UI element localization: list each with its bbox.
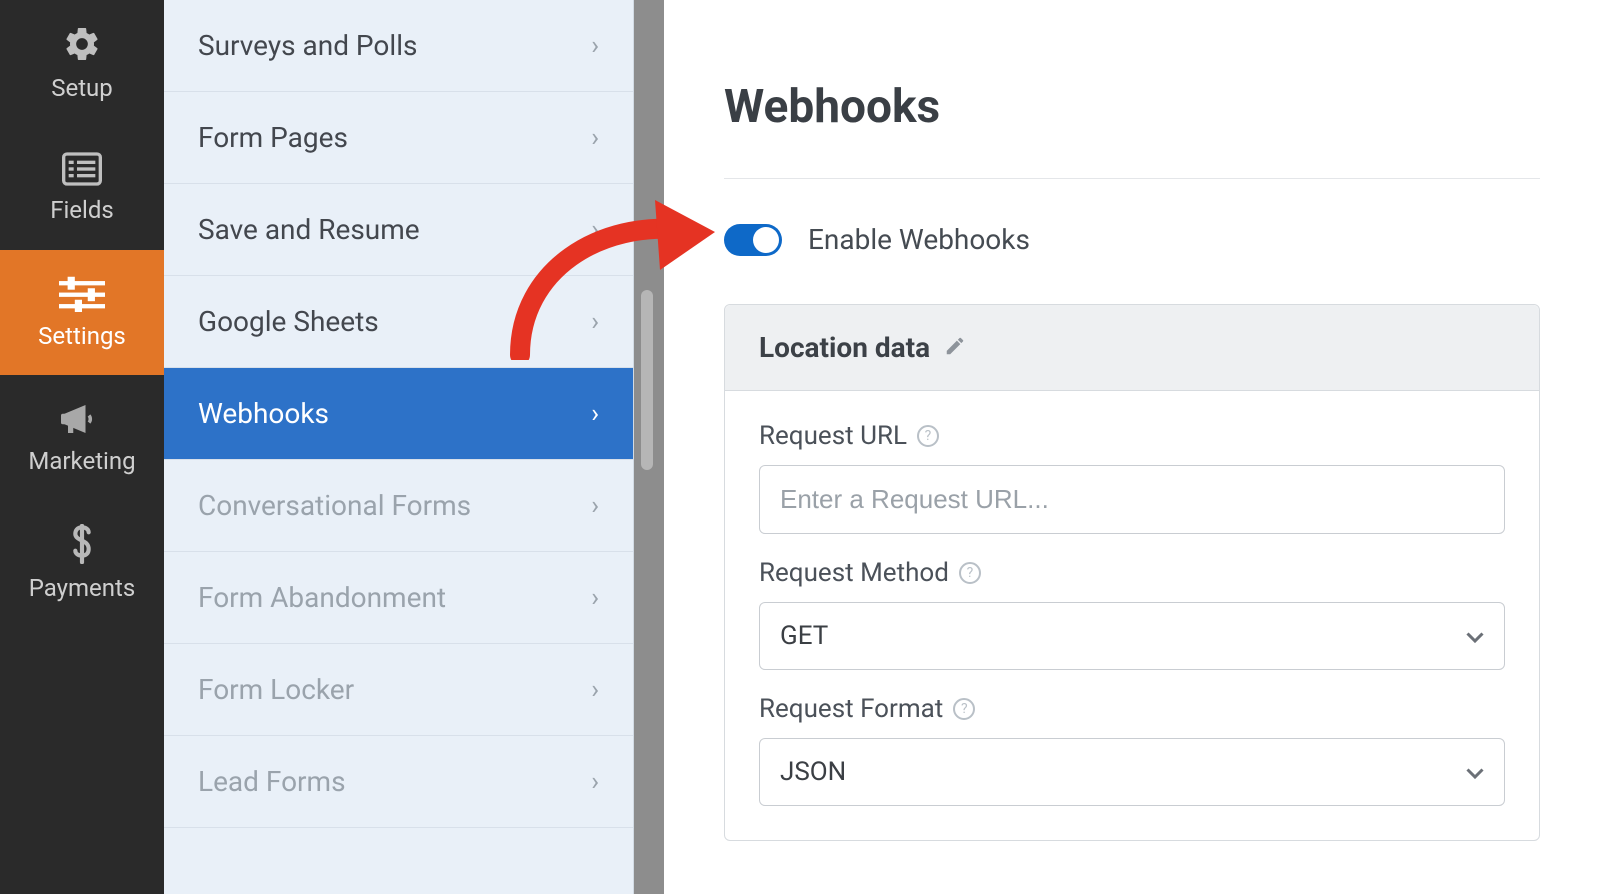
- enable-webhooks-row: Enable Webhooks: [724, 223, 1540, 256]
- chevron-right-icon: ›: [591, 31, 599, 61]
- chevron-right-icon: ›: [591, 583, 599, 613]
- chevron-right-icon: ›: [591, 215, 599, 245]
- settings-item-surveys-and-polls[interactable]: Surveys and Polls ›: [164, 0, 633, 92]
- settings-item-form-abandonment[interactable]: Form Abandonment ›: [164, 552, 633, 644]
- request-format-select[interactable]: JSON: [759, 738, 1505, 806]
- toggle-knob: [753, 227, 779, 253]
- field-label-text: Request URL: [759, 421, 907, 451]
- chevron-right-icon: ›: [591, 307, 599, 337]
- chevron-right-icon: ›: [591, 123, 599, 153]
- webhooks-panel: Webhooks Enable Webhooks Location data: [664, 0, 1600, 894]
- settings-item-label: Google Sheets: [198, 305, 379, 338]
- webhook-setting-title: Location data: [759, 331, 930, 364]
- settings-item-label: Save and Resume: [198, 213, 420, 246]
- settings-item-lead-forms[interactable]: Lead Forms ›: [164, 736, 633, 828]
- chevron-right-icon: ›: [591, 491, 599, 521]
- request-format-label: Request Format ?: [759, 694, 1505, 724]
- sidebar-label: Fields: [50, 196, 114, 224]
- settings-item-label: Form Pages: [198, 121, 348, 154]
- request-url-label: Request URL ?: [759, 421, 1505, 451]
- settings-item-label: Conversational Forms: [198, 489, 471, 522]
- scrollbar[interactable]: [641, 290, 653, 470]
- request-method-select[interactable]: GET: [759, 602, 1505, 670]
- chevron-down-icon: [1466, 621, 1484, 651]
- settings-item-label: Form Locker: [198, 673, 354, 706]
- help-icon[interactable]: ?: [959, 562, 981, 584]
- chevron-right-icon: ›: [591, 767, 599, 797]
- sidebar-item-settings[interactable]: Settings: [0, 250, 164, 375]
- sliders-icon: [59, 276, 105, 312]
- request-url-field: Request URL ?: [759, 421, 1505, 534]
- chevron-right-icon: ›: [591, 399, 599, 429]
- settings-item-label: Lead Forms: [198, 765, 346, 798]
- chevron-right-icon: ›: [591, 675, 599, 705]
- settings-item-google-sheets[interactable]: Google Sheets ›: [164, 276, 633, 368]
- sidebar-item-fields[interactable]: Fields: [0, 125, 164, 250]
- sidebar-label: Marketing: [28, 447, 135, 475]
- webhook-settings-body: Request URL ? Request Method ? GET: [725, 391, 1539, 840]
- main-content: Webhooks Enable Webhooks Location data: [634, 0, 1600, 894]
- dollar-icon: [69, 524, 95, 564]
- help-icon[interactable]: ?: [953, 698, 975, 720]
- sidebar-item-payments[interactable]: Payments: [0, 500, 164, 625]
- sidebar-item-setup[interactable]: Setup: [0, 0, 164, 125]
- chevron-down-icon: [1466, 757, 1484, 787]
- select-value: GET: [780, 621, 828, 651]
- request-method-label: Request Method ?: [759, 558, 1505, 588]
- sidebar-label: Setup: [51, 74, 113, 102]
- field-label-text: Request Method: [759, 558, 949, 588]
- request-method-field: Request Method ? GET: [759, 558, 1505, 670]
- sidebar-item-marketing[interactable]: Marketing: [0, 375, 164, 500]
- settings-sidebar: Surveys and Polls › Form Pages › Save an…: [164, 0, 634, 894]
- sidebar-label: Payments: [29, 574, 136, 602]
- select-value: JSON: [780, 757, 846, 787]
- request-url-input[interactable]: [759, 465, 1505, 534]
- webhook-settings-header: Location data: [725, 305, 1539, 391]
- gear-icon: [62, 24, 102, 64]
- webhook-settings-card: Location data Request URL ?: [724, 304, 1540, 841]
- settings-item-form-pages[interactable]: Form Pages ›: [164, 92, 633, 184]
- field-label-text: Request Format: [759, 694, 943, 724]
- divider: [724, 178, 1540, 179]
- enable-webhooks-label: Enable Webhooks: [808, 223, 1030, 256]
- settings-item-save-and-resume[interactable]: Save and Resume ›: [164, 184, 633, 276]
- request-format-field: Request Format ? JSON: [759, 694, 1505, 806]
- enable-webhooks-toggle[interactable]: [724, 224, 782, 256]
- list-icon: [62, 152, 102, 186]
- bullhorn-icon: [61, 401, 103, 437]
- settings-item-label: Surveys and Polls: [198, 29, 417, 62]
- settings-item-webhooks[interactable]: Webhooks ›: [164, 368, 633, 460]
- settings-item-conversational-forms[interactable]: Conversational Forms ›: [164, 460, 633, 552]
- settings-item-form-locker[interactable]: Form Locker ›: [164, 644, 633, 736]
- sidebar-label: Settings: [38, 322, 126, 350]
- settings-item-label: Webhooks: [198, 397, 329, 430]
- icon-sidebar: Setup Fields Settings Marketing Payments: [0, 0, 164, 894]
- settings-item-label: Form Abandonment: [198, 581, 446, 614]
- help-icon[interactable]: ?: [917, 425, 939, 447]
- page-title: Webhooks: [724, 80, 1540, 134]
- pencil-icon[interactable]: [944, 331, 966, 364]
